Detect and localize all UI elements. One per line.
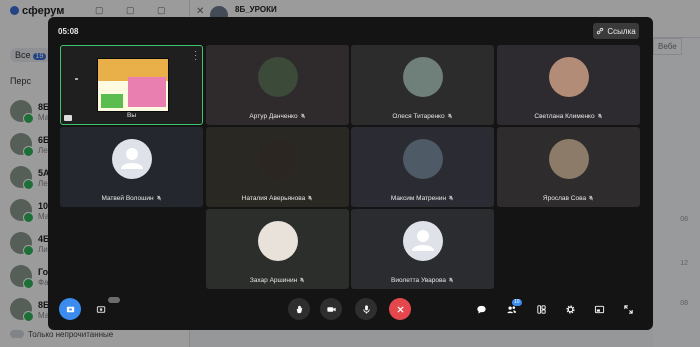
muted-microphone-icon (449, 195, 454, 201)
effects-button[interactable] (92, 300, 110, 318)
participant-tile[interactable]: Максим Матренин (351, 127, 494, 207)
muted-microphone-icon (588, 195, 594, 202)
layout-button[interactable] (532, 300, 550, 318)
default-avatar-icon (411, 230, 434, 251)
muted-microphone-icon (156, 195, 162, 202)
avatar (257, 57, 298, 97)
screen-share-button[interactable] (59, 298, 81, 320)
end-call-button[interactable] (389, 298, 411, 320)
participant-name: Вы (126, 112, 136, 119)
copy-link-button[interactable]: Ссылка (593, 23, 639, 39)
participant-tile[interactable]: Олеся Титаренко (351, 45, 494, 125)
fullscreen-icon (623, 304, 633, 314)
avatar (548, 57, 589, 97)
participant-name: Артур Данченко (206, 113, 349, 120)
picture-in-picture-button[interactable] (590, 300, 608, 318)
cursor-mark (75, 78, 78, 80)
screen-share-icon (66, 306, 74, 312)
participant-name: Захар Аршинин (206, 277, 349, 284)
effects-icon (96, 305, 105, 313)
participant-tile[interactable]: Наталия Аверьянова (206, 127, 349, 207)
participant-tile[interactable]: Светлана Клименко (497, 45, 640, 125)
effects-badge (108, 297, 120, 303)
muted-microphone-icon (448, 277, 454, 284)
participant-tile[interactable]: Виолетта Уварова (351, 209, 494, 289)
muted-microphone-icon (597, 113, 602, 119)
muted-microphone-icon (156, 195, 161, 201)
self-video-tile[interactable]: · · · Вы (60, 45, 203, 125)
participant-name: Максим Матренин (351, 195, 494, 202)
muted-microphone-icon (447, 113, 453, 120)
camera-button[interactable] (320, 298, 342, 320)
muted-microphone-icon (300, 113, 305, 119)
participant-name: Наталия Аверьянова (206, 195, 349, 202)
avatar (111, 139, 152, 179)
muted-microphone-icon (448, 195, 454, 202)
avatar (402, 57, 443, 97)
participant-name: Ярослав Сова (497, 195, 640, 202)
shared-screen-preview (97, 58, 169, 112)
microphone-icon (362, 304, 370, 314)
default-avatar-icon (120, 148, 143, 169)
muted-microphone-icon (300, 113, 306, 120)
participant-name: Светлана Клименко (497, 113, 640, 120)
avatar (257, 139, 298, 179)
participant-name: Олеся Титаренко (351, 113, 494, 120)
call-timer: 05:08 (58, 27, 79, 36)
participant-tile[interactable]: Матвей Волошин (60, 127, 203, 207)
muted-microphone-icon (448, 277, 454, 283)
avatar (257, 221, 298, 261)
chat-button[interactable] (472, 300, 490, 318)
muted-microphone-icon (447, 113, 452, 119)
participants-count-badge: 10 (512, 299, 522, 306)
participant-name: Матвей Волошин (60, 195, 203, 202)
participant-tile[interactable]: Артур Данченко (206, 45, 349, 125)
participant-tile[interactable]: Ярослав Сова (497, 127, 640, 207)
muted-microphone-icon (300, 277, 305, 283)
participant-tile[interactable]: Захар Аршинин (206, 209, 349, 289)
hand-icon (296, 305, 302, 313)
muted-microphone-icon (299, 277, 305, 284)
settings-button[interactable] (561, 300, 579, 318)
camera-icon (326, 306, 336, 312)
more-options-icon[interactable]: · · · (194, 48, 197, 64)
close-icon (397, 306, 403, 312)
avatar (402, 139, 443, 179)
muted-microphone-icon (597, 113, 603, 120)
picture-in-picture-icon (594, 305, 604, 313)
muted-microphone-icon (308, 195, 313, 201)
link-icon (597, 27, 604, 35)
microphone-button[interactable] (355, 298, 377, 320)
raise-hand-button[interactable] (288, 298, 310, 320)
grid-layout-icon (536, 304, 546, 314)
avatar (402, 221, 443, 261)
muted-microphone-icon (307, 195, 313, 202)
muted-microphone-icon (589, 195, 594, 201)
fullscreen-button[interactable] (619, 300, 637, 318)
participant-name: Виолетта Уварова (351, 277, 494, 284)
avatar (548, 139, 589, 179)
chat-bubble-icon (476, 305, 486, 314)
gear-icon (565, 304, 575, 314)
video-call-window: 05:08 Ссылка · · · Вы Артур Данченко Олеся Ти… (48, 17, 653, 330)
